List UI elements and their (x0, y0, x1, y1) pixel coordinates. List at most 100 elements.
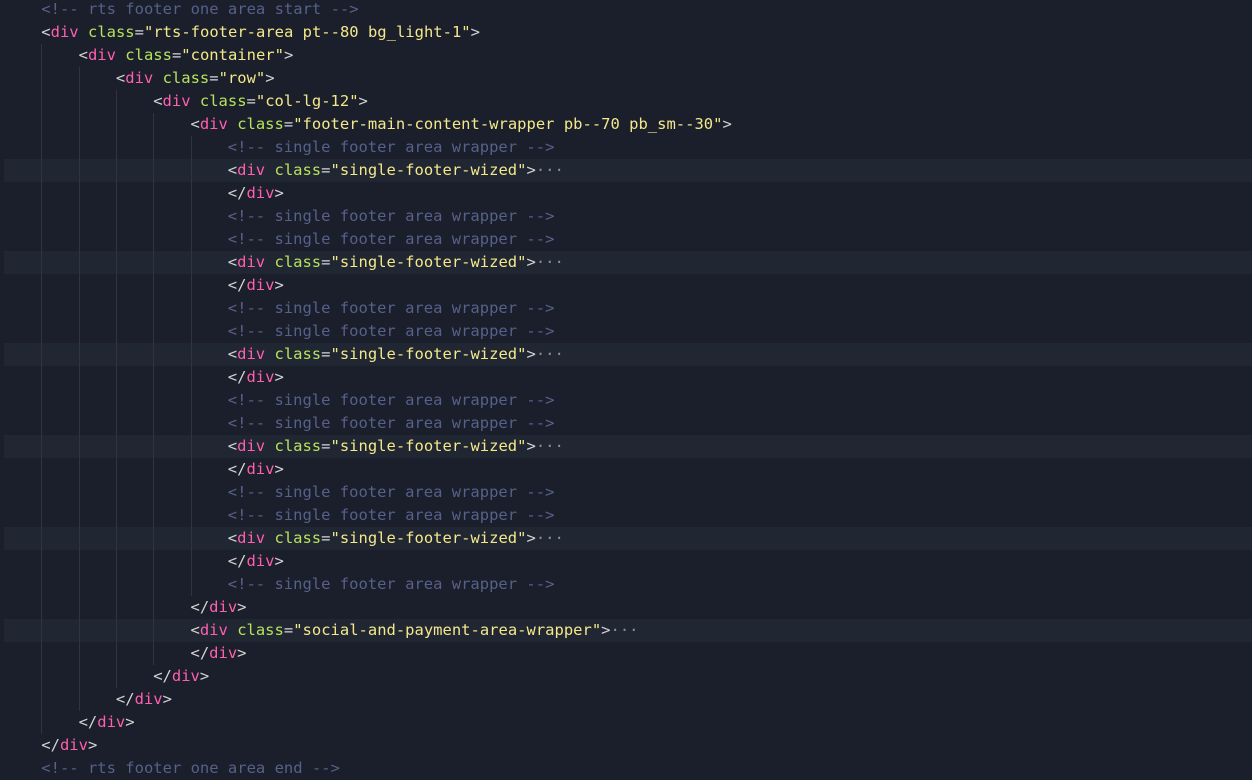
indent-guide (153, 297, 155, 320)
token-punc: > (162, 690, 172, 708)
code-line[interactable]: <div class="rts-footer-area pt--80 bg_li… (4, 21, 1252, 44)
token-attr: class (125, 46, 172, 64)
indent-guide (190, 504, 192, 527)
indent-guide (78, 527, 80, 550)
token-str: "rts-footer-area pt--80 bg_light-1" (144, 23, 471, 41)
code-line[interactable]: </div> (4, 711, 1252, 734)
code-line[interactable]: </div> (4, 274, 1252, 297)
token-tag: div (237, 253, 266, 271)
code-line[interactable]: <!-- single footer area wrapper --> (4, 504, 1252, 527)
folded-code-line[interactable]: <div class="single-footer-wized">··· (4, 343, 1252, 366)
folded-code-line[interactable]: <div class="single-footer-wized">··· (4, 435, 1252, 458)
token-tag: div (237, 161, 266, 179)
code-line[interactable]: <!-- single footer area wrapper --> (4, 205, 1252, 228)
token-punc: < (227, 529, 238, 547)
code-line[interactable]: <!-- single footer area wrapper --> (4, 389, 1252, 412)
indent-guide (115, 251, 117, 274)
indent-guide (41, 642, 43, 665)
indent-guide (115, 274, 117, 297)
token-tag: div (59, 736, 88, 754)
token-punc: > (125, 713, 135, 731)
indent-guide (41, 274, 43, 297)
token-str: "col-lg-12" (255, 92, 359, 110)
fold-ellipsis-icon[interactable]: ··· (536, 161, 564, 179)
token-punc: < (78, 46, 88, 64)
indent-guide (78, 389, 80, 412)
indent-guide (153, 251, 155, 274)
code-line[interactable]: </div> (4, 734, 1252, 757)
code-line[interactable]: </div> (4, 550, 1252, 573)
code-line[interactable]: </div> (4, 642, 1252, 665)
code-line[interactable]: </div> (4, 182, 1252, 205)
code-line[interactable]: </div> (4, 596, 1252, 619)
indent-guide (78, 182, 80, 205)
code-line[interactable]: </div> (4, 458, 1252, 481)
code-line[interactable]: </div> (4, 366, 1252, 389)
indent-guide (78, 228, 80, 251)
fold-ellipsis-icon[interactable]: ··· (536, 345, 564, 363)
token-punc: > (526, 253, 536, 271)
indent-guide (41, 44, 43, 67)
indent-guide (115, 228, 117, 251)
token-punc: < (190, 115, 200, 133)
code-line[interactable]: <!-- single footer area wrapper --> (4, 320, 1252, 343)
fold-ellipsis-icon[interactable]: ··· (536, 437, 564, 455)
code-line[interactable]: <div class="row"> (4, 67, 1252, 90)
code-text: <div class="single-footer-wized">··· (228, 527, 564, 550)
code-text: </div> (228, 182, 284, 205)
code-line[interactable]: <div class="col-lg-12"> (4, 90, 1252, 113)
token-punc: > (274, 552, 284, 570)
fold-ellipsis-icon[interactable]: ··· (611, 621, 639, 639)
code-line[interactable]: <!-- single footer area wrapper --> (4, 136, 1252, 159)
indent-guide (78, 159, 80, 182)
folded-code-line[interactable]: <div class="single-footer-wized">··· (4, 251, 1252, 274)
code-line[interactable]: <!-- single footer area wrapper --> (4, 228, 1252, 251)
code-line[interactable]: </div> (4, 688, 1252, 711)
code-text: <div class="single-footer-wized">··· (228, 343, 564, 366)
indent-guide (153, 458, 155, 481)
folded-code-line[interactable]: <div class="single-footer-wized">··· (4, 527, 1252, 550)
indent-guide (41, 67, 43, 90)
indent-guide (41, 228, 43, 251)
code-line[interactable]: <div class="footer-main-content-wrapper … (4, 113, 1252, 136)
token-punc (228, 115, 237, 133)
token-punc: > (526, 345, 536, 363)
indent-guide (78, 67, 80, 90)
indent-guide (190, 389, 192, 412)
code-text: <div class="single-footer-wized">··· (228, 435, 564, 458)
token-punc: </ (190, 598, 210, 616)
folded-code-line[interactable]: <div class="single-footer-wized">··· (4, 159, 1252, 182)
code-editor[interactable]: <!-- rts footer one area start --> <div c… (0, 0, 1252, 779)
token-cmt: <!-- rts footer one area start --> (41, 0, 359, 18)
indent-guide (153, 573, 155, 596)
fold-ellipsis-icon[interactable]: ··· (536, 529, 564, 547)
token-punc (116, 46, 125, 64)
indent-guide (78, 205, 80, 228)
indent-guide (190, 251, 192, 274)
indent-guide (190, 435, 192, 458)
code-text: <!-- single footer area wrapper --> (228, 320, 555, 343)
token-str: "social-and-payment-area-wrapper" (293, 621, 602, 639)
code-line[interactable]: <!-- single footer area wrapper --> (4, 573, 1252, 596)
code-line[interactable]: </div> (4, 665, 1252, 688)
indent-guide (190, 366, 192, 389)
folded-code-line[interactable]: <div class="social-and-payment-area-wrap… (4, 619, 1252, 642)
code-line[interactable]: <!-- single footer area wrapper --> (4, 297, 1252, 320)
code-line[interactable]: <div class="container"> (4, 44, 1252, 67)
code-line[interactable]: <!-- single footer area wrapper --> (4, 412, 1252, 435)
token-cmt: <!-- single footer area wrapper --> (227, 322, 555, 340)
indent-guide (153, 159, 155, 182)
indent-guide (78, 366, 80, 389)
code-line[interactable]: <!-- single footer area wrapper --> (4, 481, 1252, 504)
code-line[interactable]: <!-- rts footer one area end --> (4, 757, 1252, 780)
token-cmt: <!-- single footer area wrapper --> (227, 391, 555, 409)
indent-guide (153, 205, 155, 228)
token-tag: div (97, 713, 126, 731)
token-tag: div (162, 92, 191, 110)
fold-ellipsis-icon[interactable]: ··· (536, 253, 564, 271)
token-attr: class (274, 253, 322, 271)
code-line[interactable]: <!-- rts footer one area start --> (4, 0, 1252, 21)
indent-guide (115, 136, 117, 159)
token-cmt: <!-- single footer area wrapper --> (227, 414, 555, 432)
token-attr: class (274, 529, 322, 547)
